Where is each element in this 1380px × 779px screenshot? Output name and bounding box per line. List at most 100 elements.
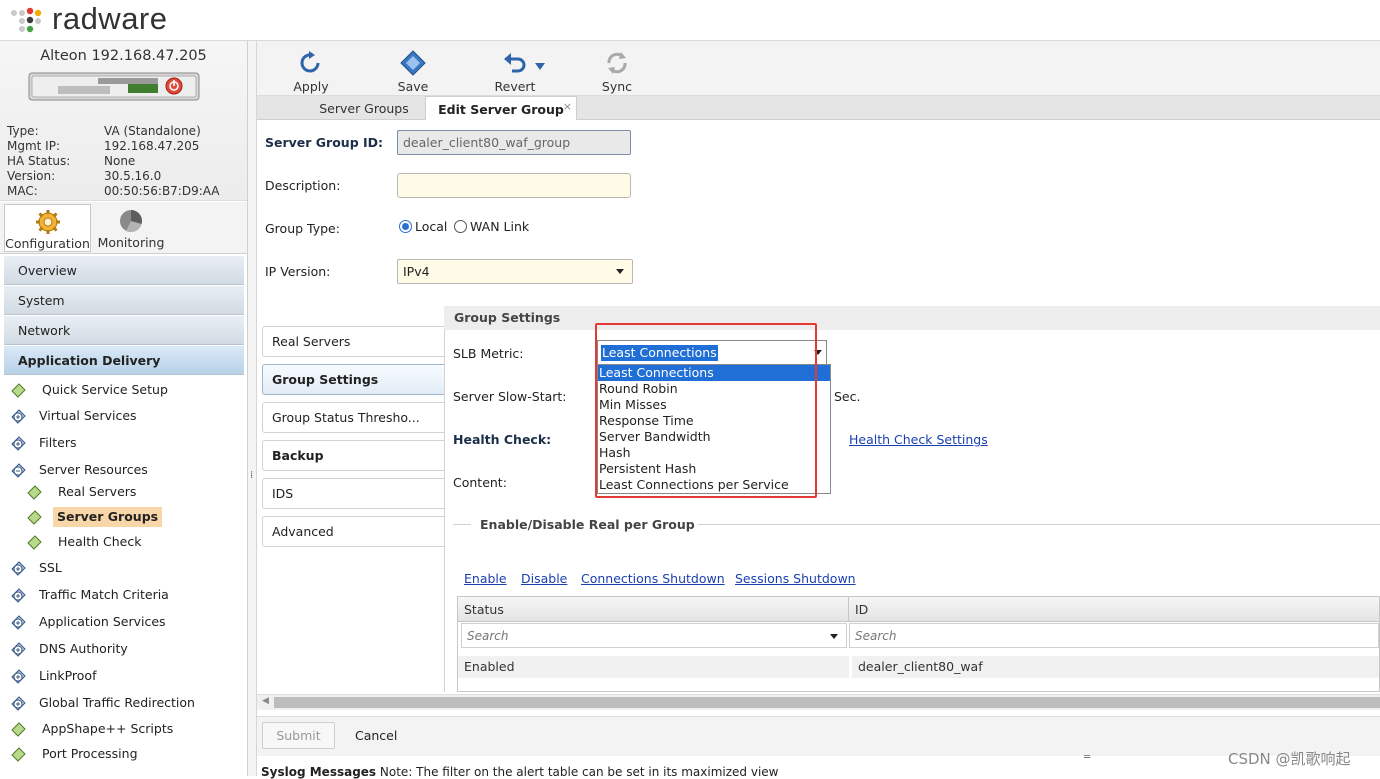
sync-button[interactable]: Sync bbox=[582, 47, 652, 95]
panel-splitter[interactable] bbox=[248, 41, 257, 776]
leaf-icon bbox=[27, 485, 42, 500]
leaf-icon bbox=[27, 535, 42, 550]
ip-version-select[interactable]: IPv4 bbox=[397, 259, 633, 284]
sync-icon bbox=[607, 52, 627, 74]
logo-bar bbox=[0, 0, 1380, 41]
bottom-bar bbox=[257, 716, 1380, 756]
tab-server-groups[interactable]: Server Groups bbox=[304, 96, 424, 120]
slb-option-least-connections-per-service[interactable]: Least Connections per Service bbox=[598, 477, 830, 493]
version-value: 30.5.16.0 bbox=[104, 169, 162, 183]
collapse-icon bbox=[11, 463, 26, 478]
expand-icon bbox=[11, 696, 26, 711]
slb-option-hash[interactable]: Hash bbox=[598, 445, 830, 461]
slb-option-least-connections[interactable]: Least Connections bbox=[598, 365, 830, 381]
tab-configuration[interactable]: Configuration bbox=[4, 204, 91, 252]
side-tab-real-servers[interactable]: Real Servers bbox=[262, 326, 444, 357]
slb-option-server-bandwidth[interactable]: Server Bandwidth bbox=[598, 429, 830, 445]
watermark: CSDN @凯歌响起 bbox=[1228, 750, 1351, 768]
ip-version-label: IP Version: bbox=[265, 264, 331, 279]
mgmt-ip-label: Mgmt IP: bbox=[7, 139, 60, 153]
tab-monitoring-label: Monitoring bbox=[97, 235, 165, 250]
apply-icon bbox=[300, 51, 320, 73]
nav-system[interactable]: System bbox=[4, 285, 244, 315]
nav-application-delivery[interactable]: Application Delivery bbox=[4, 345, 244, 375]
nav-overview[interactable]: Overview bbox=[4, 255, 244, 285]
save-button[interactable]: Save bbox=[378, 47, 448, 95]
group-type-wan-label[interactable]: WAN Link bbox=[470, 219, 529, 234]
group-type-local-radio[interactable] bbox=[399, 220, 412, 233]
slb-option-round-robin[interactable]: Round Robin bbox=[598, 381, 830, 397]
slb-metric-dropdown: Least Connections Round Robin Min Misses… bbox=[597, 364, 831, 494]
group-settings-header: Group Settings bbox=[444, 306, 1380, 330]
health-check-settings-link[interactable]: Health Check Settings bbox=[849, 432, 988, 447]
appliance-icon bbox=[28, 72, 200, 101]
leaf-icon bbox=[27, 510, 42, 525]
leaf-icon bbox=[11, 747, 26, 762]
column-header-status[interactable]: Status bbox=[458, 597, 849, 622]
description-field[interactable] bbox=[397, 173, 631, 198]
device-title: Alteon 192.168.47.205 bbox=[40, 48, 207, 64]
tab-edit-server-group[interactable]: Edit Server Group × bbox=[425, 96, 577, 120]
leaf-icon bbox=[11, 383, 26, 398]
status-search-input[interactable]: Search bbox=[461, 623, 847, 648]
table-cell-id[interactable]: dealer_client80_waf bbox=[852, 656, 1379, 678]
sessions-shutdown-link[interactable]: Sessions Shutdown bbox=[735, 571, 856, 586]
fieldset-divider bbox=[698, 524, 1380, 525]
expand-icon bbox=[11, 588, 26, 603]
device-info-box: Alteon 192.168.47.205 Type: VA (Standalo… bbox=[0, 41, 247, 201]
slb-metric-select[interactable]: Least Connections bbox=[597, 340, 827, 365]
side-tab-ids[interactable]: IDS bbox=[262, 478, 444, 509]
resize-grip-icon[interactable]: ═ bbox=[1084, 752, 1090, 763]
scrollbar-thumb[interactable] bbox=[274, 697, 1380, 708]
mode-tabs: Configuration Monitoring bbox=[0, 202, 247, 254]
fieldset-divider bbox=[453, 524, 471, 525]
logo-text: radware bbox=[52, 1, 168, 36]
slb-option-persistent-hash[interactable]: Persistent Hash bbox=[598, 461, 830, 477]
mac-label: MAC: bbox=[7, 184, 38, 198]
connections-shutdown-link[interactable]: Connections Shutdown bbox=[581, 571, 725, 586]
slow-start-unit: Sec. bbox=[834, 389, 861, 404]
dropdown-arrow-icon bbox=[814, 350, 822, 355]
column-header-id[interactable]: ID bbox=[849, 597, 1379, 622]
syslog-bar: Syslog Messages Note: The filter on the … bbox=[261, 765, 778, 779]
version-label: Version: bbox=[7, 169, 56, 183]
health-check-label: Health Check: bbox=[453, 432, 552, 447]
ha-status-label: HA Status: bbox=[7, 154, 71, 168]
slb-option-response-time[interactable]: Response Time bbox=[598, 413, 830, 429]
apply-button[interactable]: Apply bbox=[276, 47, 346, 95]
slb-option-min-misses[interactable]: Min Misses bbox=[598, 397, 830, 413]
id-search-input[interactable]: Search bbox=[849, 623, 1379, 648]
revert-icon bbox=[504, 53, 526, 73]
tab-configuration-label: Configuration bbox=[5, 236, 90, 251]
group-type-local-label[interactable]: Local bbox=[415, 219, 447, 234]
submit-button[interactable]: Submit bbox=[262, 722, 335, 749]
leaf-icon bbox=[11, 722, 26, 737]
tab-edit-server-group-label: Edit Server Group bbox=[438, 102, 564, 117]
expand-icon bbox=[11, 561, 26, 576]
syslog-title: Syslog Messages bbox=[261, 765, 377, 779]
cancel-button[interactable]: Cancel bbox=[355, 722, 397, 749]
type-label: Type: bbox=[7, 124, 39, 138]
chevron-down-icon[interactable] bbox=[535, 63, 545, 70]
splitter-grip-icon[interactable]: ⁞ bbox=[250, 470, 255, 481]
expand-icon bbox=[11, 615, 26, 630]
server-group-id-field: dealer_client80_waf_group bbox=[397, 130, 631, 155]
slb-metric-value: Least Connections bbox=[601, 345, 718, 361]
content-label: Content: bbox=[453, 475, 507, 490]
side-tab-group-status-thresholds[interactable]: Group Status Thresho... bbox=[262, 402, 444, 433]
scroll-left-icon[interactable]: ◀ bbox=[262, 696, 269, 706]
close-icon[interactable]: × bbox=[563, 94, 572, 119]
description-label: Description: bbox=[265, 178, 341, 193]
tab-monitoring[interactable]: Monitoring bbox=[92, 204, 170, 252]
tabs-bar: Server Groups Edit Server Group × bbox=[257, 96, 1380, 120]
table-cell-status[interactable]: Enabled bbox=[458, 656, 849, 678]
revert-button[interactable]: Revert bbox=[480, 47, 550, 95]
nav-network[interactable]: Network bbox=[4, 315, 244, 345]
real-servers-grid: Status ID Search Search Enabled dealer_c… bbox=[457, 596, 1380, 692]
side-tab-advanced[interactable]: Advanced bbox=[262, 516, 444, 547]
group-type-wan-radio[interactable] bbox=[454, 220, 467, 233]
side-tab-group-settings[interactable]: Group Settings bbox=[262, 364, 444, 395]
enable-link[interactable]: Enable bbox=[464, 571, 507, 586]
side-tab-backup[interactable]: Backup bbox=[262, 440, 444, 471]
disable-link[interactable]: Disable bbox=[521, 571, 567, 586]
